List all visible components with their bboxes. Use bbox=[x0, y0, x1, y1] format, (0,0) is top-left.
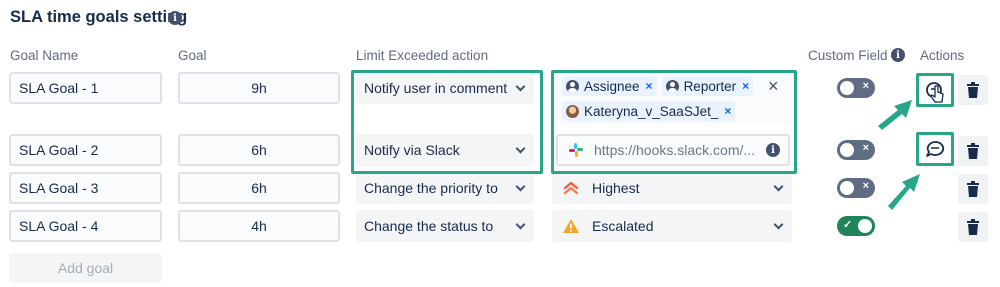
goal-time-input-3[interactable]: 6h bbox=[178, 172, 340, 204]
goal-time-input-2[interactable]: 6h bbox=[178, 134, 340, 166]
custom-field-toggle-3[interactable]: × bbox=[837, 178, 875, 198]
goal-name-input-4[interactable]: SLA Goal - 4 bbox=[9, 210, 162, 242]
goal-name-input-1[interactable]: SLA Goal - 1 bbox=[9, 72, 162, 104]
goal-time-input-1[interactable]: 9h bbox=[178, 72, 340, 104]
delete-goal-button-1[interactable] bbox=[958, 75, 988, 105]
delete-goal-button-3[interactable] bbox=[958, 174, 988, 204]
chevron-down-icon bbox=[515, 181, 526, 192]
goal-time-input-4[interactable]: 4h bbox=[178, 210, 340, 242]
priority-select[interactable]: Highest bbox=[552, 172, 792, 204]
highest-priority-icon bbox=[563, 181, 579, 195]
highlight-comment-2 bbox=[916, 132, 954, 166]
delete-goal-button-2[interactable] bbox=[958, 136, 988, 166]
page-title: SLA time goals setting bbox=[10, 8, 188, 26]
trash-icon bbox=[967, 82, 979, 98]
toggle-off-mark: × bbox=[862, 80, 869, 92]
info-icon[interactable]: i bbox=[168, 11, 182, 25]
trash-icon bbox=[967, 219, 979, 235]
chevron-down-icon bbox=[773, 219, 784, 230]
delete-goal-button-4[interactable] bbox=[958, 212, 988, 242]
toggle-knob bbox=[840, 81, 854, 95]
header-goal: Goal bbox=[178, 48, 207, 63]
warning-icon bbox=[563, 219, 579, 233]
trash-icon bbox=[967, 181, 979, 197]
custom-field-toggle-2[interactable]: × bbox=[837, 140, 875, 160]
custom-field-toggle-1[interactable]: × bbox=[837, 78, 875, 98]
priority-select-label: Highest bbox=[592, 180, 640, 196]
toggle-knob bbox=[840, 181, 854, 195]
header-actions: Actions bbox=[920, 48, 965, 63]
add-goal-button[interactable]: Add goal bbox=[9, 253, 162, 283]
header-goal-name: Goal Name bbox=[10, 48, 79, 63]
highlight-comment-1 bbox=[916, 73, 954, 107]
action-select-4-label: Change the status to bbox=[364, 218, 494, 234]
header-limit-exceeded-action: Limit Exceeded action bbox=[356, 48, 489, 63]
arrow-icon bbox=[888, 174, 920, 210]
action-select-3-label: Change the priority to bbox=[364, 180, 498, 196]
toggle-off-mark: × bbox=[862, 142, 869, 154]
chevron-down-icon bbox=[515, 219, 526, 230]
custom-field-info-icon[interactable]: i bbox=[891, 48, 905, 62]
goal-name-input-3[interactable]: SLA Goal - 3 bbox=[9, 172, 162, 204]
trash-icon bbox=[967, 143, 979, 159]
chevron-down-icon bbox=[773, 181, 784, 192]
status-select-label: Escalated bbox=[592, 218, 654, 234]
action-select-3[interactable]: Change the priority to bbox=[356, 172, 534, 204]
status-select[interactable]: Escalated bbox=[552, 210, 792, 242]
goal-name-input-2[interactable]: SLA Goal - 2 bbox=[9, 134, 162, 166]
arrow-icon bbox=[878, 100, 912, 130]
header-custom-field: Custom Field bbox=[808, 48, 888, 63]
toggle-knob bbox=[858, 219, 872, 233]
toggle-on-mark: ✓ bbox=[843, 219, 853, 231]
action-select-4[interactable]: Change the status to bbox=[356, 210, 534, 242]
highlight-action-selects bbox=[351, 70, 543, 174]
highlight-recipients bbox=[551, 70, 797, 174]
toggle-knob bbox=[840, 143, 854, 157]
custom-field-toggle-4[interactable]: ✓ bbox=[837, 216, 875, 236]
toggle-off-mark: × bbox=[862, 180, 869, 192]
